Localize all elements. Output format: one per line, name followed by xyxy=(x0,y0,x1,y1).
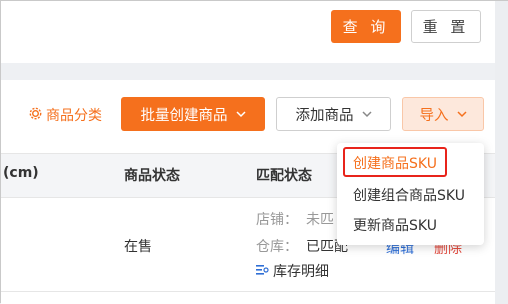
add-product-label: 添加商品 xyxy=(295,107,354,124)
inventory-detail-label: 库存明细 xyxy=(273,264,329,280)
reset-button[interactable]: 重 置 xyxy=(411,10,481,43)
import-button[interactable]: 导入 xyxy=(402,97,484,131)
add-product-button[interactable]: 添加商品 xyxy=(276,97,391,131)
batch-create-button[interactable]: 批量创建商品 xyxy=(121,97,265,131)
list-icon xyxy=(256,263,269,279)
product-category-link[interactable]: 商品分类 xyxy=(29,105,102,125)
chevron-down-icon xyxy=(456,108,467,121)
column-header-status: 商品状态 xyxy=(124,168,180,184)
scrollbar[interactable] xyxy=(495,1,508,304)
gear-icon xyxy=(29,107,42,124)
menu-item-create-combo-sku[interactable]: 创建组合商品SKU xyxy=(353,185,465,205)
inventory-detail-link[interactable]: 库存明细 xyxy=(256,261,329,281)
product-status-value: 在售 xyxy=(124,239,152,255)
chevron-down-icon xyxy=(361,108,372,121)
chevron-down-icon xyxy=(235,108,246,121)
highlight-box xyxy=(343,147,447,177)
query-button[interactable]: 查 询 xyxy=(331,10,401,43)
product-category-label: 商品分类 xyxy=(46,108,102,124)
column-header-size: (cm) xyxy=(3,165,39,181)
column-header-match-status: 匹配状态 xyxy=(256,168,312,184)
shop-match-value: 未匹 xyxy=(306,212,334,228)
row-divider xyxy=(1,291,495,292)
shop-label: 店铺： xyxy=(256,212,298,228)
menu-item-update-sku[interactable]: 更新商品SKU xyxy=(353,215,437,235)
import-label: 导入 xyxy=(419,107,449,124)
batch-create-label: 批量创建商品 xyxy=(140,107,228,124)
warehouse-label: 仓库： xyxy=(256,239,298,255)
